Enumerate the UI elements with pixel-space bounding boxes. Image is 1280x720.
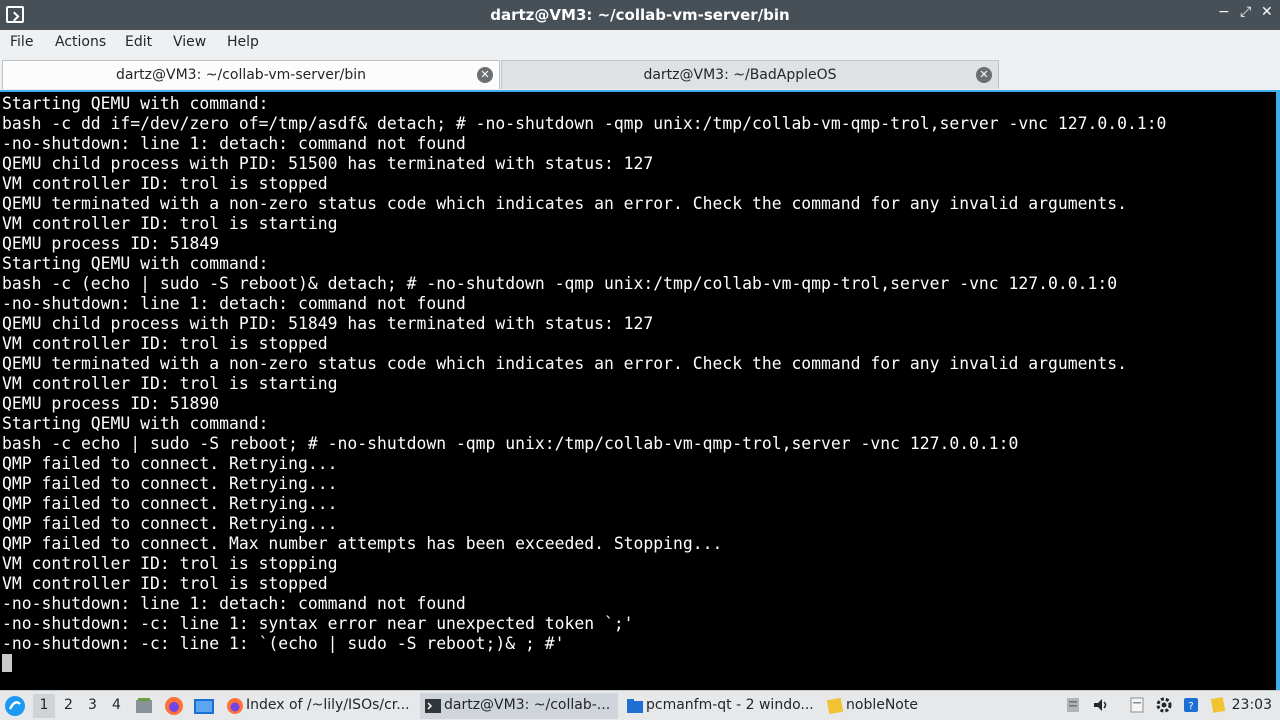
terminal-scrollbar[interactable] <box>1276 92 1280 690</box>
terminal-line: QEMU terminated with a non-zero status c… <box>2 354 1127 373</box>
window-titlebar[interactable]: dartz@VM3: ~/collab-vm-server/bin − ⤢ ✕ <box>0 0 1280 30</box>
workspace-4[interactable]: 4 <box>112 697 121 713</box>
task-label: Index of /~lily/ISOs/cr... <box>246 697 410 713</box>
start-menu-icon[interactable] <box>4 695 26 717</box>
terminal-line: VM controller ID: trol is starting <box>2 214 338 233</box>
show-desktop-icon[interactable] <box>134 696 154 716</box>
terminal-line: Starting QEMU with command: <box>2 94 269 113</box>
terminal-line: -no-shutdown: -c: line 1: syntax error n… <box>2 614 634 633</box>
workspace-1[interactable]: 1 <box>33 694 55 718</box>
terminal-line: VM controller ID: trol is stopped <box>2 334 328 353</box>
task-file-manager[interactable]: pcmanfm-qt - 2 windo... <box>622 693 818 719</box>
window-title: dartz@VM3: ~/collab-vm-server/bin <box>490 6 790 24</box>
terminal-line: Starting QEMU with command: <box>2 414 269 433</box>
task-terminal[interactable]: dartz@VM3: ~/collab-... <box>420 693 618 719</box>
tab-bar: dartz@VM3: ~/collab-vm-server/bin ✕ dart… <box>0 57 1280 90</box>
maximize-icon[interactable]: ⤢ <box>1240 4 1251 20</box>
terminal-output: Starting QEMU with command: bash -c dd if… <box>2 94 1166 654</box>
terminal-line: VM controller ID: trol is starting <box>2 374 338 393</box>
menu-edit[interactable]: Edit <box>125 34 152 50</box>
workspace-3[interactable]: 3 <box>88 697 97 713</box>
task-label: nobleNote <box>846 697 918 713</box>
task-noblenote[interactable]: nobleNote <box>822 693 932 719</box>
terminal-line: QEMU process ID: 51849 <box>2 234 220 253</box>
firefox-icon <box>227 698 243 714</box>
menu-help[interactable]: Help <box>227 34 259 50</box>
terminal-line: bash -c (echo | sudo -S reboot)& detach;… <box>2 274 1118 293</box>
update-notifier-icon[interactable]: ? <box>1182 696 1200 714</box>
tab-collab-vm-server[interactable]: dartz@VM3: ~/collab-vm-server/bin ✕ <box>2 60 500 89</box>
tab-badappleos[interactable]: dartz@VM3: ~/BadAppleOS ✕ <box>501 60 999 89</box>
notes-tray-icon[interactable] <box>1128 696 1146 714</box>
svg-text:?: ? <box>1188 701 1193 712</box>
terminal-line: VM controller ID: trol is stopping <box>2 554 338 573</box>
terminal-line: QMP failed to connect. Retrying... <box>2 494 338 513</box>
close-icon[interactable]: ✕ <box>1261 4 1273 20</box>
workspace-2[interactable]: 2 <box>64 697 73 713</box>
tab-label: dartz@VM3: ~/BadAppleOS <box>643 67 837 83</box>
terminal-line: QEMU terminated with a non-zero status c… <box>2 194 1127 213</box>
file-manager-launcher-icon[interactable] <box>193 696 215 716</box>
tab-close-icon[interactable]: ✕ <box>976 67 992 83</box>
terminal-line: QMP failed to connect. Max number attemp… <box>2 534 723 553</box>
settings-gear-icon[interactable] <box>1155 696 1173 714</box>
minimize-icon[interactable]: − <box>1218 4 1230 20</box>
clipboard-tray-icon[interactable] <box>1064 696 1082 714</box>
terminal-view[interactable]: Starting QEMU with command: bash -c dd if… <box>0 90 1280 690</box>
terminal-line: QEMU process ID: 51890 <box>2 394 220 413</box>
taskbar: 1 2 3 4 Index of /~lily/ISOs/cr... dartz… <box>0 690 1280 720</box>
terminal-line: QMP failed to connect. Retrying... <box>2 474 338 493</box>
clock[interactable]: 23:03 <box>1232 697 1272 713</box>
note-icon <box>826 697 844 715</box>
task-label: pcmanfm-qt - 2 windo... <box>646 697 814 713</box>
terminal-line: QMP failed to connect. Retrying... <box>2 454 338 473</box>
terminal-line: -no-shutdown: line 1: detach: command no… <box>2 134 466 153</box>
tab-label: dartz@VM3: ~/collab-vm-server/bin <box>115 67 367 83</box>
terminal-line: QMP failed to connect. Retrying... <box>2 514 338 533</box>
terminal-icon <box>425 699 441 713</box>
menu-file[interactable]: File <box>10 34 33 50</box>
firefox-launcher-icon[interactable] <box>164 696 184 716</box>
terminal-line: -no-shutdown: -c: line 1: `(echo | sudo … <box>2 634 565 653</box>
terminal-line: QEMU child process with PID: 51500 has t… <box>2 154 654 173</box>
terminal-line: -no-shutdown: line 1: detach: command no… <box>2 294 466 313</box>
task-firefox[interactable]: Index of /~lily/ISOs/cr... <box>222 693 416 719</box>
terminal-line: bash -c dd if=/dev/zero of=/tmp/asdf& de… <box>2 114 1167 133</box>
folder-icon <box>627 699 643 713</box>
terminal-line: -no-shutdown: line 1: detach: command no… <box>2 594 466 613</box>
note-tray-icon[interactable] <box>1209 696 1227 714</box>
terminal-line: bash -c echo | sudo -S reboot; # -no-shu… <box>2 434 1019 453</box>
menu-view[interactable]: View <box>173 34 206 50</box>
terminal-cursor <box>2 654 12 672</box>
task-label: dartz@VM3: ~/collab-... <box>444 697 611 713</box>
terminal-line: VM controller ID: trol is stopped <box>2 174 328 193</box>
menu-bar: File Actions Edit View Help <box>0 30 1280 57</box>
terminal-line: VM controller ID: trol is stopped <box>2 574 328 593</box>
terminal-line: QEMU child process with PID: 51849 has t… <box>2 314 654 333</box>
volume-icon[interactable] <box>1092 696 1110 714</box>
tab-close-icon[interactable]: ✕ <box>477 67 493 83</box>
terminal-line: Starting QEMU with command: <box>2 254 269 273</box>
menu-actions[interactable]: Actions <box>55 34 106 50</box>
